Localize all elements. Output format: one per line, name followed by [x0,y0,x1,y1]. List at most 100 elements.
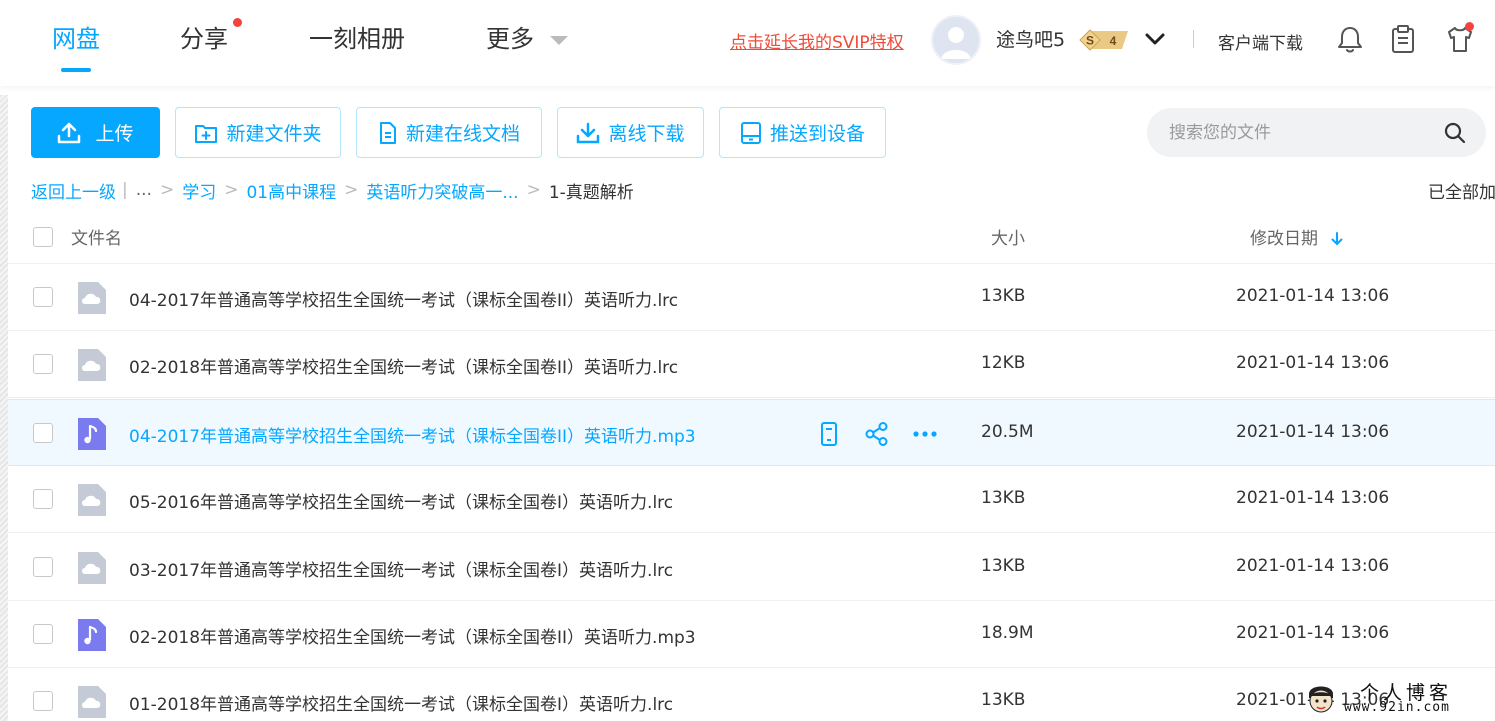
new-online-doc-label: 新建在线文档 [405,123,520,145]
lrc-file-icon [76,684,108,720]
breadcrumb-bar-separator: | [122,180,128,200]
file-name[interactable]: 02-2018年普通高等学校招生全国统一考试（课标全国卷II）英语听力.mp3 [129,623,696,648]
user-menu-chevron-icon[interactable] [1144,29,1166,49]
sort-desc-arrow-icon[interactable] [1331,232,1343,246]
row-checkbox[interactable] [33,691,53,712]
lrc-file-icon [76,550,108,586]
row-checkbox[interactable] [33,422,53,443]
breadcrumb-separator: > [526,180,541,200]
svip-level-badge: S 4 [1078,28,1132,52]
file-table-header: 文件名 大小 修改日期 [8,210,1495,264]
row-checkbox[interactable] [33,354,53,375]
file-size: 13KB [981,286,1026,306]
breadcrumb-separator: > [224,180,239,200]
new-folder-icon [195,124,218,143]
upload-icon [58,122,81,143]
breadcrumb-current: 1-真题解析 [548,182,634,203]
upload-button[interactable]: 上传 [31,107,160,158]
breadcrumb-item-study[interactable]: 学习 [182,178,216,203]
file-name[interactable]: 04-2017年普通高等学校招生全国统一考试（课标全国卷II）英语听力.mp3 [129,422,696,447]
new-folder-label: 新建文件夹 [226,123,322,145]
watermark-logo: 个人博客 www.92in.com [1300,676,1495,721]
offline-download-label: 离线下载 [608,123,685,145]
avatar-person-icon [941,27,971,59]
username[interactable]: 途鸟吧5 [996,25,1065,52]
new-online-doc-button[interactable]: 新建在线文档 [356,107,542,158]
client-download-link[interactable]: 客户端下载 [1218,29,1303,54]
breadcrumb-separator: > [344,180,359,200]
table-row[interactable]: 05-2016年普通高等学校招生全国统一考试（课标全国卷I）英语听力.lrc 13… [8,466,1495,534]
lrc-file-icon [76,482,108,518]
top-navbar: 网盘 分享 一刻相册 更多 点击延长我的SVIP特权 途鸟吧5 S 4 客户端下… [0,0,1495,86]
nav-tab-more[interactable]: 更多 [486,22,534,56]
row-checkbox[interactable] [33,489,53,510]
table-row[interactable]: 04-2017年普通高等学校招生全国统一考试（课标全国卷II）英语听力.mp3 2… [8,398,1495,466]
share-notification-dot [233,18,242,27]
file-modified-date: 2021-01-14 13:06 [1236,286,1390,306]
table-row[interactable]: 01-2018年普通高等学校招生全国统一考试（课标全国卷I）英语听力.lrc 13… [8,668,1495,721]
nav-tab-album[interactable]: 一刻相册 [309,22,405,56]
upload-label: 上传 [95,123,134,145]
breadcrumb-ellipsis[interactable]: ... [136,180,152,200]
lrc-file-icon [76,347,108,383]
nav-tab-netdisk[interactable]: 网盘 [52,22,100,56]
column-header-name[interactable]: 文件名 [71,224,122,249]
file-name[interactable]: 02-2018年普通高等学校招生全国统一考试（课标全国卷II）英语听力.lrc [129,353,678,378]
search-input[interactable] [1169,122,1419,143]
skin-notification-dot [1465,22,1474,31]
select-all-checkbox[interactable] [33,227,53,247]
column-header-date[interactable]: 修改日期 [1250,224,1343,249]
file-size: 13KB [981,690,1026,711]
file-size: 13KB [981,555,1026,576]
file-modified-date: 2021-01-14 13:06 [1236,623,1390,643]
file-modified-date: 2021-01-14 13:06 [1236,353,1390,374]
left-edge-stripe [0,95,8,721]
search-icon[interactable] [1443,121,1466,144]
svip-renew-link[interactable]: 点击延长我的SVIP特权 [730,28,904,53]
row-actions [816,421,938,447]
svip-level: 4 [1110,34,1117,48]
more-caret-icon[interactable] [550,36,568,45]
file-name[interactable]: 03-2017年普通高等学校招生全国统一考试（课标全国卷I）英语听力.lrc [129,556,673,581]
file-name[interactable]: 01-2018年普通高等学校招生全国统一考试（课标全国卷I）英语听力.lrc [129,690,673,715]
watermark-url: www.92in.com [1344,700,1450,715]
loaded-status: 已全部加 [1428,183,1495,203]
download-icon [577,122,600,143]
table-row[interactable]: 03-2017年普通高等学校招生全国统一考试（课标全国卷I）英语听力.lrc 13… [8,534,1495,601]
file-name[interactable]: 04-2017年普通高等学校招生全国统一考试（课标全国卷II）英语听力.lrc [129,286,678,311]
row-checkbox[interactable] [33,556,53,577]
search-box[interactable] [1147,108,1486,157]
push-to-device-label: 推送到设备 [769,123,865,145]
file-modified-date: 2021-01-14 13:06 [1236,488,1390,509]
file-size: 12KB [981,353,1026,374]
breadcrumb-item-highschool[interactable]: 01高中课程 [246,178,336,203]
breadcrumb-back-link[interactable]: 返回上一级 [31,178,116,203]
push-to-device-button[interactable]: 推送到设备 [719,107,886,158]
bell-icon[interactable] [1336,24,1364,54]
row-checkbox[interactable] [33,287,53,307]
share-icon[interactable] [864,421,890,447]
row-checkbox[interactable] [33,624,53,644]
table-row[interactable]: 02-2018年普通高等学校招生全国统一考试（课标全国卷II）英语听力.mp3 1… [8,601,1495,668]
audio-file-icon [76,416,108,452]
audio-file-icon [76,617,108,653]
clipboard-icon[interactable] [1389,24,1417,54]
offline-download-button[interactable]: 离线下载 [557,107,704,158]
avatar[interactable] [931,15,981,65]
new-folder-button[interactable]: 新建文件夹 [175,107,341,158]
column-header-date-label: 修改日期 [1250,229,1318,249]
breadcrumb-item-listening[interactable]: 英语听力突破高一... [366,178,518,203]
watermark-face-icon [1309,686,1333,713]
table-row[interactable]: 04-2017年普通高等学校招生全国统一考试（课标全国卷II）英语听力.lrc 1… [8,264,1495,331]
file-name[interactable]: 05-2016年普通高等学校招生全国统一考试（课标全国卷I）英语听力.lrc [129,488,673,513]
more-icon[interactable] [912,421,938,447]
nav-divider [1193,30,1194,48]
column-header-size[interactable]: 大小 [991,224,1025,249]
phone-icon[interactable] [816,421,842,447]
breadcrumb: 返回上一级 | ... > 学习 > 01高中课程 > 英语听力突破高一... … [31,178,634,203]
file-modified-date: 2021-01-14 13:06 [1236,555,1390,576]
nav-active-indicator [61,68,91,72]
table-row[interactable]: 02-2018年普通高等学校招生全国统一考试（课标全国卷II）英语听力.lrc 1… [8,331,1495,399]
file-size: 20.5M [981,421,1034,442]
nav-tab-share[interactable]: 分享 [180,22,228,56]
